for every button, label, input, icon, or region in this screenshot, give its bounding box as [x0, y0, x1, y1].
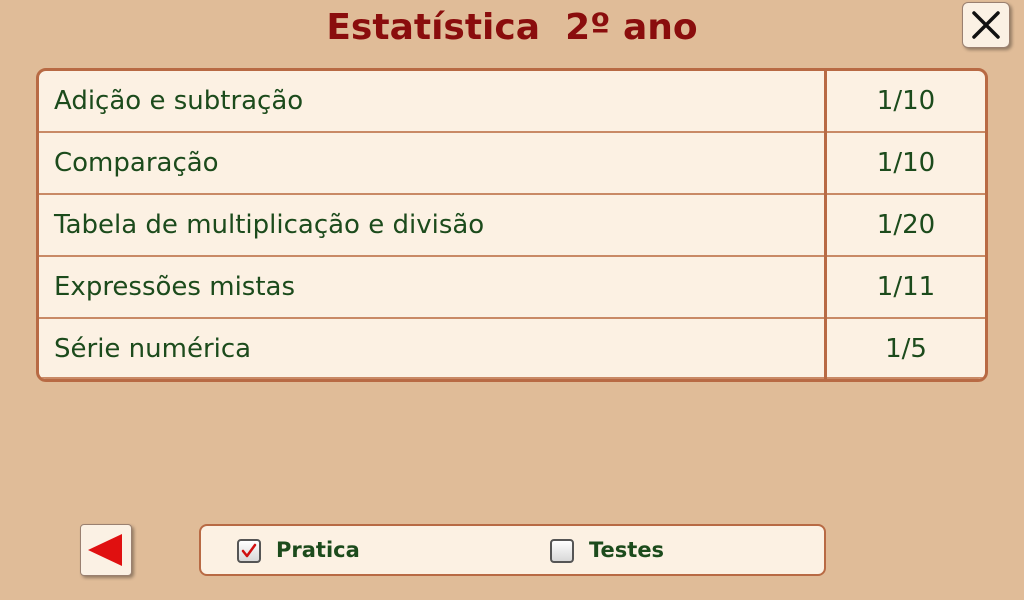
table-row: Adição e subtração 1/10 [39, 71, 985, 133]
column-divider [824, 71, 827, 379]
stats-table: Adição e subtração 1/10 Comparação 1/10 … [36, 68, 988, 382]
row-label: Tabela de multiplicação e divisão [54, 210, 485, 240]
row-label: Expressões mistas [54, 272, 296, 302]
row-value: 1/10 [876, 86, 936, 116]
row-label: Série numérica [54, 334, 252, 364]
table-row: Tabela de multiplicação e divisão 1/20 [39, 195, 985, 257]
testes-checkbox[interactable] [550, 539, 574, 563]
checkmark-icon [241, 543, 257, 558]
page-title: Estatística 2º ano [326, 7, 698, 48]
pratica-checkbox[interactable] [237, 539, 261, 563]
row-value: 1/11 [876, 272, 936, 302]
close-icon [972, 11, 1000, 39]
table-row: Comparação 1/10 [39, 133, 985, 195]
row-value: 1/20 [876, 210, 936, 240]
close-button[interactable] [962, 2, 1010, 48]
mode-selector: Pratica Testes [199, 524, 826, 576]
row-label: Adição e subtração [54, 86, 304, 116]
back-arrow-icon [88, 534, 122, 566]
table-row: Expressões mistas 1/11 [39, 257, 985, 319]
table-row: Série numérica 1/5 [39, 319, 985, 379]
row-value: 1/10 [876, 148, 936, 178]
back-button[interactable] [80, 524, 132, 576]
row-value: 1/5 [885, 334, 927, 364]
pratica-label[interactable]: Pratica [276, 526, 360, 574]
testes-label[interactable]: Testes [589, 526, 664, 574]
row-label: Comparação [54, 148, 219, 178]
